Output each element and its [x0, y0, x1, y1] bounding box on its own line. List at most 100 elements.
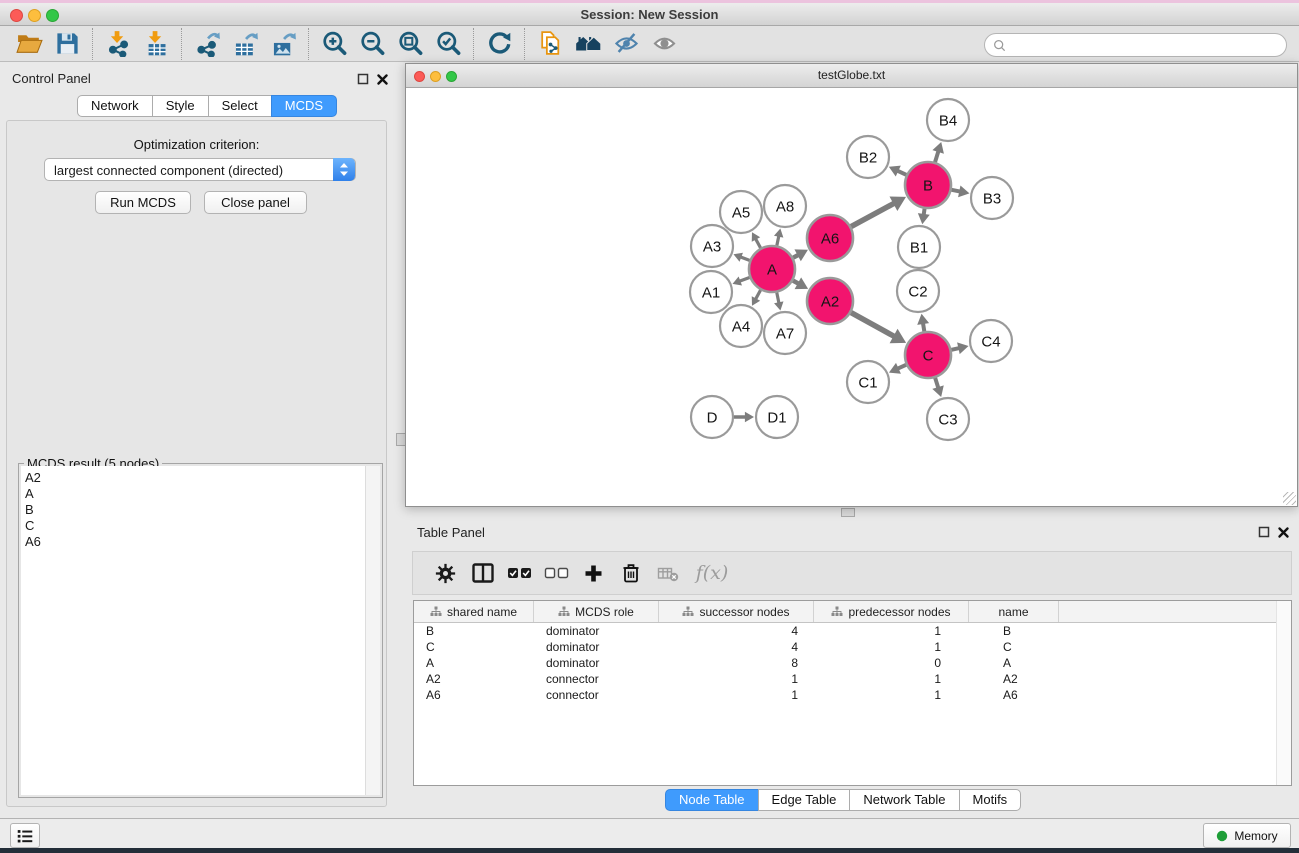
- graph-edge-A-A7[interactable]: [774, 293, 783, 311]
- mcds-result-item[interactable]: B: [25, 502, 366, 518]
- graph-node-D[interactable]: D: [691, 396, 733, 438]
- export-table-button[interactable]: [226, 29, 264, 59]
- graph-node-A3[interactable]: A3: [691, 225, 733, 267]
- column-header-successor-nodes[interactable]: successor nodes: [659, 601, 814, 622]
- mcds-result-item[interactable]: A6: [25, 534, 366, 550]
- graph-edge-C-C1[interactable]: [889, 363, 906, 374]
- refresh-view-button[interactable]: [480, 29, 518, 59]
- tab-network[interactable]: Network: [77, 95, 153, 117]
- graph-edge-A2-C[interactable]: [851, 313, 906, 344]
- control-panel-close-icon[interactable]: [376, 73, 389, 86]
- column-header-predecessor-nodes[interactable]: predecessor nodes: [814, 601, 969, 622]
- export-network-button[interactable]: [188, 29, 226, 59]
- node-table[interactable]: shared nameMCDS rolesuccessor nodesprede…: [413, 600, 1292, 786]
- graph-edge-B-B3[interactable]: [952, 185, 970, 197]
- graph-node-A7[interactable]: A7: [764, 312, 806, 354]
- hide-selected-button[interactable]: [607, 29, 645, 59]
- graph-node-B3[interactable]: B3: [971, 177, 1013, 219]
- column-header-shared-name[interactable]: shared name: [414, 601, 534, 622]
- graph-node-C1[interactable]: C1: [847, 361, 889, 403]
- mcds-result-list[interactable]: A2ABCA6: [21, 466, 366, 795]
- task-history-button[interactable]: [10, 823, 40, 848]
- table-row[interactable]: Bdominator41B: [414, 623, 1291, 639]
- table-scrollbar[interactable]: [1276, 601, 1291, 785]
- tab-mcds[interactable]: MCDS: [271, 95, 337, 117]
- graph-node-A[interactable]: A: [749, 246, 795, 292]
- graph-edge-B-B4[interactable]: [932, 142, 943, 162]
- tab-select[interactable]: Select: [208, 95, 272, 117]
- graph-edge-A-A8[interactable]: [774, 229, 783, 246]
- graph-edge-B-B2[interactable]: [889, 166, 906, 177]
- column-header-name[interactable]: name: [969, 601, 1059, 622]
- tab-motifs[interactable]: Motifs: [959, 789, 1022, 811]
- table-panel-float-icon[interactable]: [1258, 526, 1271, 539]
- graph-edge-A-A1[interactable]: [733, 276, 750, 285]
- memory-button[interactable]: Memory: [1203, 823, 1291, 848]
- import-network-button[interactable]: [99, 29, 137, 59]
- optimization-criterion-select[interactable]: largest connected component (directed): [44, 158, 356, 181]
- delete-column-button[interactable]: [612, 558, 649, 588]
- control-panel-float-icon[interactable]: [357, 73, 370, 86]
- table-panel-close-icon[interactable]: [1277, 526, 1290, 539]
- graph-node-B2[interactable]: B2: [847, 136, 889, 178]
- search-input[interactable]: [984, 33, 1287, 57]
- graph-edge-C-C2[interactable]: [917, 314, 929, 332]
- delete-table-button[interactable]: [649, 558, 686, 588]
- table-options-gear-button[interactable]: [427, 558, 464, 588]
- graph-node-B1[interactable]: B1: [898, 226, 940, 268]
- table-row[interactable]: A2connector11A2: [414, 671, 1291, 687]
- mcds-result-item[interactable]: A2: [25, 470, 366, 486]
- graph-node-B4[interactable]: B4: [927, 99, 969, 141]
- network-canvas[interactable]: B4B2BB3A5A8A6B1A3AA1C2A2A4A7C4CC1C3DD1: [407, 88, 1296, 505]
- add-column-button[interactable]: [575, 558, 612, 588]
- mcds-result-item[interactable]: A: [25, 486, 366, 502]
- graph-edge-C-C4[interactable]: [951, 342, 968, 354]
- table-row[interactable]: A6connector11A6: [414, 687, 1291, 703]
- mcds-result-item[interactable]: C: [25, 518, 366, 534]
- graph-node-D1[interactable]: D1: [756, 396, 798, 438]
- graph-node-A6[interactable]: A6: [807, 215, 853, 261]
- graph-node-B[interactable]: B: [905, 162, 951, 208]
- graph-node-A4[interactable]: A4: [720, 305, 762, 347]
- graph-edge-A-A6[interactable]: [793, 249, 808, 261]
- graph-edge-C-C3[interactable]: [932, 378, 943, 397]
- deselect-all-button[interactable]: [538, 558, 575, 588]
- graph-node-A2[interactable]: A2: [807, 278, 853, 324]
- graph-node-C[interactable]: C: [905, 332, 951, 378]
- graph-edge-A-A5[interactable]: [752, 232, 761, 248]
- mcds-list-scrollbar[interactable]: [365, 466, 380, 795]
- zoom-selected-button[interactable]: [429, 29, 467, 59]
- tab-network-table[interactable]: Network Table: [849, 789, 959, 811]
- horizontal-split-handle[interactable]: [841, 508, 855, 517]
- graph-edge-A6-B[interactable]: [851, 196, 906, 226]
- export-image-button[interactable]: [264, 29, 302, 59]
- resize-grip[interactable]: [1283, 492, 1296, 505]
- tab-edge-table[interactable]: Edge Table: [758, 789, 851, 811]
- import-table-button[interactable]: [137, 29, 175, 59]
- zoom-fit-button[interactable]: [391, 29, 429, 59]
- graph-edge-A-A3[interactable]: [733, 253, 749, 262]
- new-network-from-selection-button[interactable]: [531, 29, 569, 59]
- zoom-in-button[interactable]: [315, 29, 353, 59]
- tab-style[interactable]: Style: [152, 95, 209, 117]
- graph-node-A1[interactable]: A1: [690, 271, 732, 313]
- graph-edge-B-B1[interactable]: [918, 209, 930, 224]
- network-graph[interactable]: B4B2BB3A5A8A6B1A3AA1C2A2A4A7C4CC1C3DD1: [407, 88, 1296, 505]
- graph-edge-D-D1[interactable]: [734, 412, 754, 423]
- close-panel-button[interactable]: Close panel: [204, 191, 307, 214]
- select-all-button[interactable]: [501, 558, 538, 588]
- tab-node-table[interactable]: Node Table: [665, 789, 759, 811]
- graph-edge-A-A2[interactable]: [793, 277, 808, 289]
- column-visibility-button[interactable]: [464, 558, 501, 588]
- show-all-button[interactable]: [645, 29, 683, 59]
- table-row[interactable]: Cdominator41C: [414, 639, 1291, 655]
- graph-node-A5[interactable]: A5: [720, 191, 762, 233]
- run-mcds-button[interactable]: Run MCDS: [95, 191, 191, 214]
- save-session-button[interactable]: [48, 29, 86, 59]
- open-session-button[interactable]: [10, 29, 48, 59]
- function-builder-button[interactable]: f(x): [686, 558, 738, 588]
- zoom-out-button[interactable]: [353, 29, 391, 59]
- graph-node-C4[interactable]: C4: [970, 320, 1012, 362]
- table-row[interactable]: Adominator80A: [414, 655, 1291, 671]
- column-header-MCDS-role[interactable]: MCDS role: [534, 601, 659, 622]
